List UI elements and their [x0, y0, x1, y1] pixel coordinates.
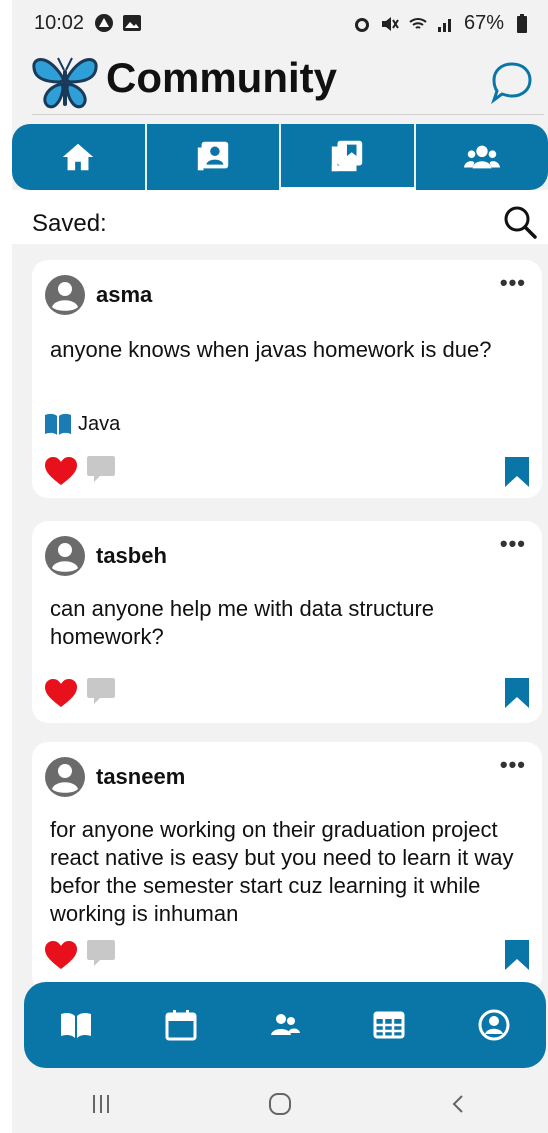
- profile-icon: [478, 1009, 510, 1041]
- book-icon: [45, 413, 71, 435]
- chat-bubble-icon[interactable]: [490, 60, 534, 104]
- avatar-icon: [45, 275, 85, 315]
- heart-icon[interactable]: [44, 940, 78, 970]
- status-time: 10:02: [34, 12, 85, 34]
- battery-icon: [517, 13, 527, 33]
- users-icon: [270, 1014, 300, 1035]
- groups-icon: [463, 145, 500, 169]
- book-icon: [61, 1012, 92, 1038]
- nav-schedule[interactable]: [369, 1005, 409, 1045]
- avatar-icon: [45, 757, 85, 797]
- avatar-icon: [45, 536, 85, 576]
- gallery-icon: [123, 15, 141, 31]
- notification-icon: [95, 14, 113, 32]
- post-card[interactable]: tasneem ••• for anyone working on their …: [32, 742, 542, 984]
- contact-card-icon: [197, 141, 228, 171]
- saved-posts-feed[interactable]: asma ••• anyone knows when javas homewor…: [12, 244, 548, 984]
- butterfly-logo-icon: [32, 57, 98, 109]
- alarm-icon: [354, 17, 369, 32]
- saved-header: Saved:: [12, 190, 548, 244]
- bookmark-icon[interactable]: [504, 939, 530, 971]
- battery-percent: 67%: [463, 12, 504, 34]
- post-author[interactable]: tasbeh: [96, 543, 167, 569]
- back-icon: [452, 1094, 463, 1113]
- tab-groups[interactable]: [416, 124, 548, 190]
- bottom-nav-bar: [24, 982, 546, 1068]
- bookmark-icon[interactable]: [504, 456, 530, 488]
- header-divider: [32, 114, 544, 115]
- system-nav-bar: [12, 1074, 548, 1133]
- status-bar: 10:02 67%: [12, 0, 548, 46]
- post-tag[interactable]: Java: [44, 412, 120, 436]
- app-screen: 10:02 67% Community Saved: asma ••• anyo…: [12, 0, 548, 1133]
- nav-calendar[interactable]: [161, 1005, 201, 1045]
- saved-posts-icon: [332, 140, 363, 171]
- signal-icon: [437, 18, 451, 32]
- nav-community[interactable]: [265, 1005, 305, 1045]
- saved-label: Saved:: [32, 210, 107, 237]
- tab-saved[interactable]: [281, 124, 416, 190]
- search-icon[interactable]: [500, 202, 540, 242]
- more-options-icon[interactable]: •••: [500, 752, 526, 778]
- app-header: Community: [12, 46, 548, 116]
- nav-profile[interactable]: [474, 1005, 514, 1045]
- home-button[interactable]: [260, 1084, 300, 1124]
- recent-apps-button[interactable]: [81, 1084, 121, 1124]
- page-title: Community: [106, 54, 337, 101]
- home-circle-icon: [268, 1092, 291, 1115]
- recent-apps-icon: [93, 1094, 110, 1113]
- post-text: can anyone help me with data structure h…: [50, 596, 435, 649]
- post-text: for anyone working on their graduation p…: [50, 817, 514, 926]
- tab-profile-posts[interactable]: [147, 124, 281, 190]
- top-tab-bar: [12, 124, 548, 190]
- tab-home[interactable]: [12, 124, 147, 190]
- wifi-icon: [409, 17, 427, 29]
- comment-icon[interactable]: [86, 454, 116, 484]
- back-button[interactable]: [439, 1084, 479, 1124]
- home-icon: [63, 143, 94, 171]
- post-author[interactable]: asma: [96, 282, 152, 308]
- comment-icon[interactable]: [86, 938, 116, 968]
- post-text: anyone knows when javas homework is due?: [50, 337, 492, 362]
- more-options-icon[interactable]: •••: [500, 531, 526, 557]
- table-icon: [373, 1011, 405, 1039]
- bookmark-icon[interactable]: [504, 677, 530, 709]
- tag-label: Java: [78, 412, 121, 435]
- post-card[interactable]: asma ••• anyone knows when javas homewor…: [32, 260, 542, 498]
- heart-icon[interactable]: [44, 678, 78, 708]
- nav-courses[interactable]: [56, 1005, 96, 1045]
- heart-icon[interactable]: [44, 456, 78, 486]
- post-card[interactable]: tasbeh ••• can anyone help me with data …: [32, 521, 542, 723]
- mute-icon: [381, 16, 399, 31]
- comment-icon[interactable]: [86, 676, 116, 706]
- post-author[interactable]: tasneem: [96, 764, 185, 790]
- calendar-icon: [165, 1010, 197, 1041]
- more-options-icon[interactable]: •••: [500, 270, 526, 296]
